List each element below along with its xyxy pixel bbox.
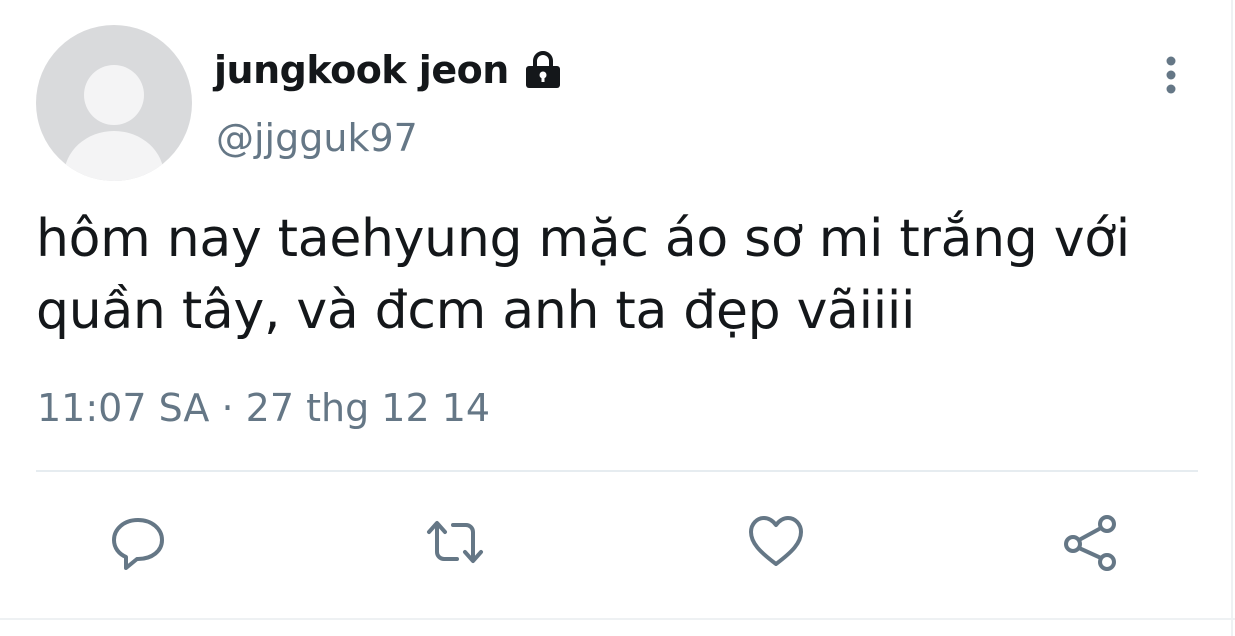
bottom-border	[0, 618, 1235, 620]
tweet-timestamp[interactable]: 11:07 SA · 27 thg 12 14	[37, 386, 490, 430]
avatar-head-shape	[84, 65, 144, 125]
tweet-text-line-1: hôm nay taehyung mặc áo sơ mi trắng với	[36, 209, 1130, 269]
comment-icon	[112, 518, 164, 570]
tweet-card: jungkook jeon @jjgguk97 hôm nay taehyung…	[0, 0, 1235, 636]
display-name[interactable]: jungkook jeon	[214, 48, 509, 92]
heart-icon	[749, 516, 803, 566]
name-row: jungkook jeon	[214, 44, 565, 96]
right-border	[1231, 0, 1233, 636]
more-vertical-icon[interactable]	[1156, 52, 1186, 98]
user-handle[interactable]: @jjgguk97	[216, 116, 418, 160]
avatar-body-shape	[64, 131, 164, 181]
tweet-text: hôm nay taehyung mặc áo sơ mi trắng với …	[36, 203, 1196, 347]
divider	[36, 470, 1198, 472]
avatar[interactable]	[36, 25, 192, 181]
retweet-icon	[427, 521, 483, 563]
reply-button[interactable]	[106, 510, 170, 574]
lock-icon	[521, 48, 565, 92]
share-button[interactable]	[1059, 510, 1123, 574]
tweet-text-line-2: quần tây, và đcm anh ta đẹp vãiiii	[36, 281, 916, 341]
retweet-button[interactable]	[423, 510, 487, 574]
share-icon	[1064, 515, 1116, 571]
like-button[interactable]	[744, 510, 808, 574]
